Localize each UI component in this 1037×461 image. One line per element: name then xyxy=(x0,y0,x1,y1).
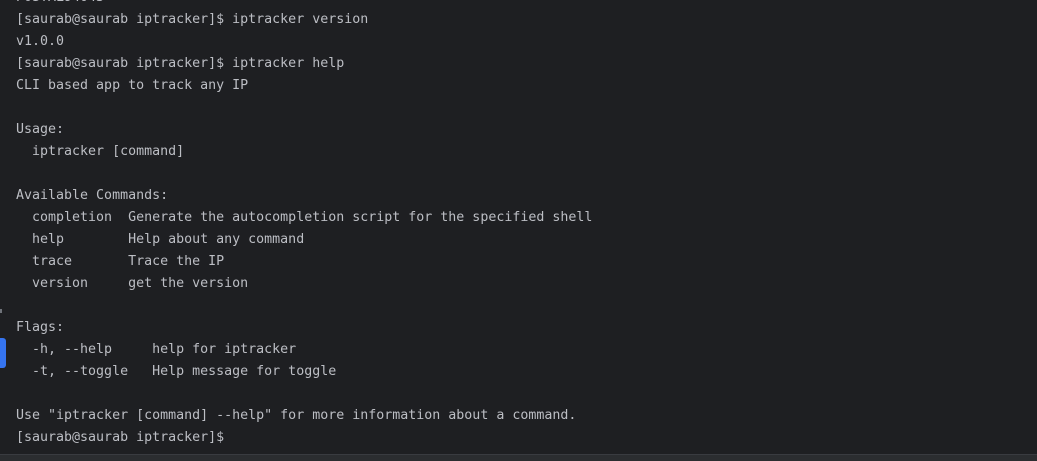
terminal-line: help Help about any command xyxy=(16,232,305,247)
terminal-line: iptracker [command] xyxy=(16,144,185,159)
terminal-line-prompt: [saurab@saurab iptracker]$ iptracker ver… xyxy=(16,12,369,27)
terminal-line: v1.0.0 xyxy=(16,34,65,49)
terminal-line: Usage: xyxy=(16,122,65,137)
terminal-line: -t, --toggle Help message for toggle xyxy=(16,364,337,379)
active-tab-indicator[interactable] xyxy=(0,338,6,368)
gutter-marker xyxy=(0,309,2,313)
terminal-line: completion Generate the autocompletion s… xyxy=(16,210,593,225)
terminal-line: Use "iptracker [command] --help" for mor… xyxy=(16,408,577,423)
terminal-line: Available Commands: xyxy=(16,188,169,203)
terminal-line-prompt: [saurab@saurab iptracker]$ iptracker hel… xyxy=(16,56,345,71)
bottom-panel-edge xyxy=(0,455,1037,461)
terminal-line: -h, --help help for iptracker xyxy=(16,342,297,357)
terminal-output: POSTAL94043 [saurab@saurab iptracker]$ i… xyxy=(16,0,592,449)
terminal-line: Flags: xyxy=(16,320,65,335)
terminal-line: version get the version xyxy=(16,276,249,291)
terminal-line: CLI based app to track any IP xyxy=(16,78,249,93)
terminal-line: trace Trace the IP xyxy=(16,254,225,269)
terminal-line-prompt[interactable]: [saurab@saurab iptracker]$ xyxy=(16,427,592,449)
terminal-window[interactable]: POSTAL94043 [saurab@saurab iptracker]$ i… xyxy=(0,0,1037,461)
terminal-line: POSTAL94043 xyxy=(16,0,592,9)
